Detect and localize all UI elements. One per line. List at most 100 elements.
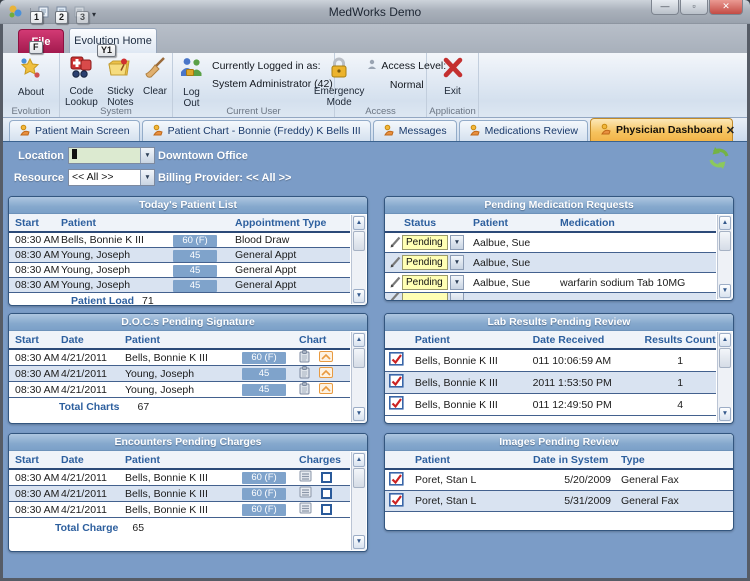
clipboard-icon[interactable] <box>299 382 310 398</box>
chevron-down-icon[interactable]: ▼ <box>450 235 464 250</box>
table-row[interactable]: Pending▼ Aalbue, Sue <box>385 233 716 253</box>
scroll-thumb[interactable] <box>353 231 365 251</box>
pencil-icon <box>385 293 402 301</box>
scroll-down-icon[interactable]: ▼ <box>353 289 365 303</box>
panel-docs-pending-signature: D.O.C.s Pending Signature Start Date Pat… <box>8 313 368 424</box>
column-headers: Status Patient Medication <box>385 214 716 233</box>
scroll-up-icon[interactable]: ▲ <box>719 333 731 347</box>
scroll-up-icon[interactable]: ▲ <box>353 453 365 467</box>
scrollbar[interactable]: ▲▼ <box>351 332 366 422</box>
location-combobox[interactable]: ▼ <box>68 147 155 164</box>
pencil-icon[interactable] <box>385 254 402 272</box>
emergency-mode-button[interactable]: Emergency Mode <box>311 55 368 105</box>
sticky-notes-icon <box>107 56 133 85</box>
code-lookup-button[interactable]: Code Lookup <box>62 55 101 105</box>
charges-icon[interactable] <box>299 470 312 485</box>
chevron-down-icon[interactable]: ▼ <box>140 170 154 185</box>
log-out-button[interactable]: Log Out <box>175 55 208 105</box>
table-row[interactable]: 08:30 AM 4/21/2011 Bells, Bonnie K III 6… <box>9 486 350 502</box>
chart-icon[interactable] <box>319 351 333 365</box>
tab-medications-review[interactable]: Medications Review <box>459 120 588 141</box>
tab-close-icon[interactable]: ✕ <box>726 124 735 137</box>
exit-x-icon <box>440 56 466 85</box>
chevron-down-icon[interactable]: ▼ <box>450 275 464 290</box>
location-value <box>69 148 140 163</box>
scroll-thumb[interactable] <box>719 348 731 368</box>
table-row[interactable]: 08:30 AM Young, Joseph 45 General Appt <box>9 248 350 263</box>
minimize-button[interactable]: — <box>651 0 679 15</box>
resource-combobox[interactable]: << All >> ▼ <box>68 169 155 186</box>
review-check-icon[interactable] <box>389 379 404 391</box>
scrollbar[interactable]: ▲▼ <box>717 215 732 299</box>
scroll-up-icon[interactable]: ▲ <box>353 333 365 347</box>
chevron-down-icon[interactable]: ▼ <box>140 148 154 163</box>
scrollbar[interactable]: ▲▼ <box>351 215 366 304</box>
scrollbar[interactable]: ▲▼ <box>717 332 732 422</box>
table-row[interactable]: 08:30 AM 4/21/2011 Young, Joseph 45 <box>9 382 350 398</box>
status-dropdown[interactable]: Pending▼ <box>402 255 464 270</box>
table-row[interactable]: 08:30 AM Bells, Bonnie K III 60 (F) Bloo… <box>9 233 350 248</box>
pencil-icon[interactable] <box>385 274 402 292</box>
table-row[interactable]: Poret, Stan L 5/20/2009 General Fax <box>385 470 733 491</box>
panel-todays-patient-list: Today's Patient List Start Patient Appoi… <box>8 196 368 306</box>
status-dropdown[interactable]: Pending▼ <box>402 235 464 250</box>
charge-checkbox[interactable] <box>321 504 332 515</box>
scrollbar[interactable]: ▲▼ <box>351 452 366 550</box>
table-row[interactable]: 08:30 AM Young, Joseph 45 General Appt <box>9 278 350 293</box>
table-row[interactable]: 08:30 AM 4/21/2011 Young, Joseph 45 <box>9 366 350 382</box>
keytip-3: 3 <box>76 11 89 24</box>
tab-patient-main-screen[interactable]: Patient Main Screen <box>9 120 140 141</box>
tab-physician-dashboard[interactable]: Physician Dashboard <box>590 118 733 141</box>
about-button[interactable]: About <box>15 55 47 105</box>
maximize-button[interactable]: ▫ <box>680 0 708 15</box>
table-row[interactable]: Bells, Bonnie K III 011 10:06:59 AM 1 <box>385 350 716 372</box>
scroll-down-icon[interactable]: ▼ <box>353 407 365 421</box>
chart-icon[interactable] <box>319 383 333 397</box>
refresh-button[interactable] <box>707 146 731 170</box>
tab-messages[interactable]: Messages <box>373 120 457 141</box>
review-check-icon[interactable] <box>389 357 404 369</box>
table-row[interactable]: 08:30 AM 4/21/2011 Bells, Bonnie K III 6… <box>9 470 350 486</box>
table-row[interactable]: 08:30 AM 4/21/2011 Bells, Bonnie K III 6… <box>9 350 350 366</box>
clipboard-icon[interactable] <box>299 350 310 366</box>
review-check-icon[interactable] <box>389 498 404 510</box>
table-row[interactable]: Pending▼ Aalbue, Sue <box>385 253 716 273</box>
scroll-down-icon[interactable]: ▼ <box>353 535 365 549</box>
scroll-thumb[interactable] <box>719 231 731 251</box>
scroll-down-icon[interactable]: ▼ <box>719 407 731 421</box>
text-cursor <box>72 149 77 159</box>
charges-icon[interactable] <box>299 502 312 517</box>
sticky-notes-button[interactable]: Sticky Notes <box>103 55 138 105</box>
scroll-thumb[interactable] <box>353 468 365 488</box>
table-row[interactable]: Poret, Stan L 5/31/2009 General Fax <box>385 491 733 512</box>
review-check-icon[interactable] <box>389 477 404 489</box>
table-row[interactable]: Bells, Bonnie K III 2011 1:53:50 PM 1 <box>385 372 716 394</box>
scroll-up-icon[interactable]: ▲ <box>719 216 731 230</box>
table-row[interactable]: Bells, Bonnie K III 011 12:49:50 PM 4 <box>385 394 716 416</box>
table-row[interactable]: Pending▼ Aalbue, Sue warfarin sodium Tab… <box>385 273 716 293</box>
patient-load-value: 71 <box>142 295 154 306</box>
chart-icon[interactable] <box>319 367 333 381</box>
charge-checkbox[interactable] <box>321 472 332 483</box>
clipboard-icon[interactable] <box>299 366 310 382</box>
table-row[interactable]: 08:30 AM Young, Joseph 45 General Appt <box>9 263 350 278</box>
log-out-users-icon <box>178 56 205 86</box>
chevron-down-icon[interactable]: ▼ <box>450 255 464 270</box>
exit-button[interactable]: Exit <box>437 55 469 105</box>
scroll-down-icon[interactable]: ▼ <box>719 284 731 298</box>
scroll-thumb[interactable] <box>353 348 365 368</box>
clear-button[interactable]: Clear <box>140 55 170 105</box>
col-patient: Patient <box>415 334 533 346</box>
scroll-up-icon[interactable]: ▲ <box>353 216 365 230</box>
col-date: Date <box>61 334 125 346</box>
group-label-evolution: Evolution <box>3 106 59 117</box>
close-button[interactable]: ✕ <box>709 0 743 15</box>
review-check-icon[interactable] <box>389 401 404 413</box>
status-dropdown[interactable]: Pending▼ <box>402 275 464 290</box>
charge-checkbox[interactable] <box>321 488 332 499</box>
pencil-icon[interactable] <box>385 234 402 252</box>
charges-icon[interactable] <box>299 486 312 501</box>
table-row[interactable]: 08:30 AM 4/21/2011 Bells, Bonnie K III 6… <box>9 502 350 518</box>
tab-patient-chart[interactable]: Patient Chart - Bonnie (Freddy) K Bells … <box>142 120 371 141</box>
col-type: Type <box>611 454 733 466</box>
